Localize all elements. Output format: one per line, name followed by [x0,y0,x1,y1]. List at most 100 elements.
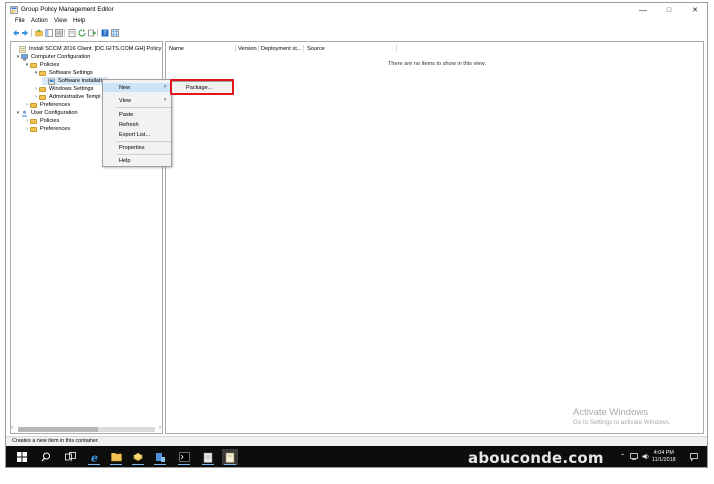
submenu-arrow-icon: › [164,97,166,103]
taskbar-clock[interactable]: 4:04 PM 11/1/2018 [652,450,676,464]
tree-item-windows-settings[interactable]: › Windows Settings [33,85,93,93]
submenu-arrow-icon: › [164,84,166,90]
tree-root[interactable]: Install SCCM 2016 Client. [DC.GITS.COM.G… [13,45,161,53]
notepad-icon[interactable] [200,449,216,465]
folder-icon [30,126,37,132]
context-menu-properties[interactable]: Properties [103,143,171,152]
tree-label: Preferences [40,102,71,108]
close-button[interactable]: ✕ [684,4,706,16]
tree-horizontal-scrollbar[interactable]: ‹ › [10,425,163,434]
scroll-left-icon[interactable]: ‹ [11,425,13,431]
search-icon[interactable] [38,449,54,465]
window-title: Group Policy Management Editor [21,6,114,13]
status-bar: Creates a new item in this container. [6,436,707,446]
properties-icon[interactable] [67,28,76,37]
menu-help[interactable]: Help [73,18,85,24]
svg-text:e: e [91,452,98,463]
folder-icon [30,102,37,108]
watermark-text: abouconde.com [468,449,604,467]
tray-expand-icon[interactable]: ⌃ [620,453,625,460]
activate-windows-notice: Activate Windows Go to Settings to activ… [573,407,671,426]
tree-label: Software Settings [49,70,93,76]
task-view-icon[interactable] [62,449,78,465]
folder-icon [30,62,37,68]
context-menu-new[interactable]: New › [103,83,171,92]
volume-tray-icon[interactable] [642,453,650,462]
clock-time: 4:04 PM [653,450,674,456]
context-menu: New › View › Paste Refresh Export List..… [102,79,172,167]
tree-item-administrative-templates[interactable]: › Administrative Templ [33,93,101,101]
tree-label: Policies [40,62,60,68]
context-menu-export-list[interactable]: Export List... [103,130,171,139]
windows-start-icon[interactable] [14,449,30,465]
scroll-right-icon[interactable]: › [159,425,161,431]
tree-label: Policies [40,118,60,124]
menu-view[interactable]: View [54,18,67,24]
console-view-icon[interactable] [54,28,63,37]
scroll-thumb[interactable] [18,427,98,432]
edge-icon[interactable]: e [86,449,102,465]
tree-label: Windows Settings [49,86,94,92]
cmd-icon[interactable] [176,449,192,465]
title-bar: Group Policy Management Editor — □ ✕ [6,3,707,17]
maximize-button[interactable]: □ [658,4,680,16]
folder-icon [39,94,46,100]
menu-bar: File Action View Help [6,17,707,26]
network-tray-icon[interactable] [630,453,638,462]
tree-label: Preferences [40,126,71,132]
tree-item-software-installation[interactable]: Software installation [42,77,109,85]
context-menu-view[interactable]: View › [103,96,171,105]
column-deployment-state[interactable]: Deployment st... [261,46,301,52]
tree-label: User Configuration [31,110,78,116]
action-center-icon[interactable] [690,453,698,463]
tree-item-policies[interactable]: ▾ Policies [24,61,60,69]
tree-root-label: Install SCCM 2016 Client. [DC.GITS.COM.G… [29,46,162,52]
help-icon[interactable]: ? [100,28,109,37]
gpme-app-icon [10,6,18,14]
tree-item-user-policies[interactable]: › Policies [24,117,59,125]
forward-arrow-icon[interactable] [20,28,29,37]
context-menu-paste[interactable]: Paste [103,110,171,119]
minimize-button[interactable]: — [632,4,654,16]
tree-item-user-configuration[interactable]: ▾ User Configuration [15,109,78,117]
details-pane: Name Version Deployment st... Source The… [165,41,704,434]
activate-windows-title: Activate Windows [573,407,648,418]
server-manager-icon[interactable] [130,449,146,465]
network-icon[interactable] [152,449,168,465]
software-installation-icon [48,78,55,85]
tree-label: Computer Configuration [31,54,91,60]
menu-file[interactable]: File [15,18,25,24]
tree-label: Software installation [58,78,109,84]
mmc-view-icon[interactable] [110,28,119,37]
tree-label: Administrative Templ [49,94,101,100]
tree-item-preferences[interactable]: › Preferences [24,101,70,109]
back-arrow-icon[interactable] [11,28,20,37]
show-hide-tree-icon[interactable] [44,28,53,37]
clock-date: 11/1/2018 [652,457,676,463]
computer-icon [21,53,28,60]
context-menu-refresh[interactable]: Refresh [103,120,171,129]
column-name[interactable]: Name [169,46,184,52]
tree-item-software-settings[interactable]: ▾ Software Settings [33,69,93,77]
gpme-taskbar-icon[interactable] [222,449,238,465]
toolbar: ? [6,27,707,39]
gpme-window: Group Policy Management Editor — □ ✕ Fil… [5,2,708,468]
context-menu-help[interactable]: Help [103,156,171,165]
svg-text:?: ? [103,30,106,37]
status-text: Creates a new item in this container. [12,438,99,444]
policy-scroll-icon [19,45,26,53]
column-version[interactable]: Version [238,46,257,52]
highlight-box [170,79,234,95]
folder-icon [39,86,46,92]
column-source[interactable]: Source [307,46,325,52]
menu-action[interactable]: Action [31,18,48,24]
tree-item-user-preferences[interactable]: › Preferences [24,125,70,133]
folder-icon [30,118,37,124]
file-explorer-icon[interactable] [108,449,124,465]
export-list-icon[interactable] [87,28,96,37]
user-icon [21,110,28,117]
refresh-icon[interactable] [77,28,86,37]
activate-windows-subtitle: Go to Settings to activate Windows. [573,419,671,426]
tree-item-computer-configuration[interactable]: ▾ Computer Configuration [15,53,90,61]
up-folder-icon[interactable] [34,28,43,37]
